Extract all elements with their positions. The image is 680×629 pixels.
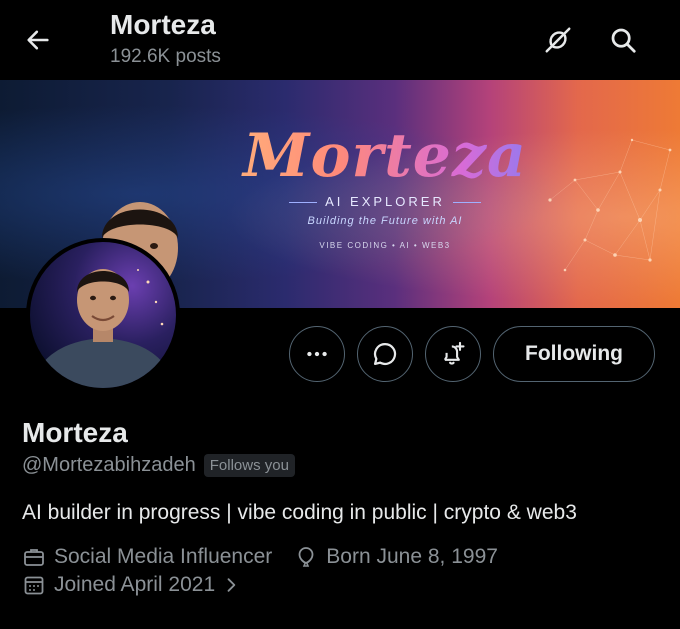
header-title-block: Morteza 192.6K posts: [110, 8, 221, 70]
profile-category: Social Media Influencer: [54, 545, 273, 568]
arrow-left-icon: [27, 30, 49, 50]
header-name: Morteza: [110, 9, 216, 40]
avatar-portrait: [30, 269, 176, 388]
profile-joined: Joined April 2021: [54, 573, 216, 596]
handle-row: @Mortezabihzadeh Follows you: [22, 454, 662, 477]
banner-subtitle: AI EXPLORER: [230, 194, 540, 209]
search-button[interactable]: [605, 22, 641, 58]
banner-tagline: Building the Future with AI: [307, 215, 463, 227]
profile-bio: AI builder in progress | vibe coding in …: [22, 501, 577, 524]
joined-item: Joined April 2021: [22, 573, 249, 597]
banner-title: Morteza: [230, 120, 540, 192]
profile-born: Born June 8, 1997: [326, 545, 498, 568]
follows-you-badge: Follows you: [203, 454, 295, 477]
calendar-icon: [24, 576, 44, 595]
category-item: Social Media Influencer: [22, 545, 272, 569]
banner-tags: VIBE CODING • AI • WEB3: [319, 241, 451, 250]
no-sync-icon: [545, 27, 571, 53]
more-icon: [307, 351, 327, 357]
notify-button[interactable]: [425, 326, 481, 382]
profile-display-name: Morteza: [22, 417, 128, 448]
born-item: Born June 8, 1997: [294, 545, 498, 569]
more-button[interactable]: [289, 326, 345, 382]
network-dots-decoration: [548, 138, 672, 272]
profile-meta-row: Social Media Influencer Born June 8, 199…: [22, 545, 662, 569]
message-icon: [373, 342, 397, 366]
bell-plus-icon: [443, 341, 465, 365]
following-button[interactable]: Following: [493, 326, 655, 382]
top-bar: Morteza 192.6K posts: [0, 0, 680, 80]
briefcase-icon: [24, 549, 44, 566]
profile-info: Morteza @Mortezabihzadeh Follows you AI …: [22, 416, 662, 597]
chevron-right-icon[interactable]: [221, 575, 241, 595]
search-icon: [611, 28, 636, 53]
profile-avatar[interactable]: [26, 238, 180, 392]
header-post-count: 192.6K posts: [110, 46, 221, 67]
joined-row: Joined April 2021: [22, 573, 662, 597]
back-button[interactable]: [22, 24, 54, 56]
profile-handle: @Mortezabihzadeh: [22, 454, 196, 476]
message-button[interactable]: [357, 326, 413, 382]
no-sync-button[interactable]: [540, 22, 576, 58]
balloon-icon: [298, 547, 314, 567]
banner-text-block: Morteza AI EXPLORER Building the Future …: [230, 120, 540, 250]
